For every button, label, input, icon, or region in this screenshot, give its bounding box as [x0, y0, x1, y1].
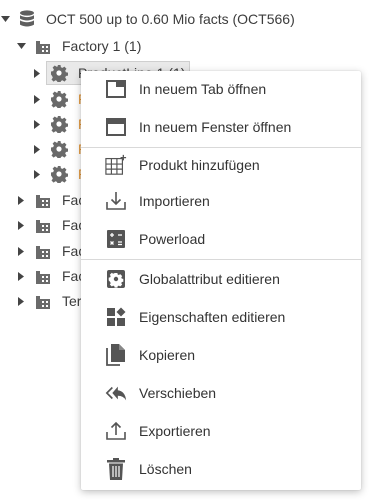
- database-icon: [18, 10, 36, 28]
- menu-item-export[interactable]: Exportieren: [81, 413, 361, 449]
- gear-icon: [50, 140, 68, 158]
- trash-icon: [105, 458, 127, 480]
- menu-item-label: Verschieben: [139, 385, 217, 401]
- menu-item-label: In neuem Fenster öffnen: [139, 119, 292, 135]
- tree-row-child[interactable]: P: [32, 162, 87, 186]
- new-tab-icon: [105, 78, 127, 100]
- export-icon: [105, 420, 127, 442]
- caret-right-icon[interactable]: [32, 68, 42, 78]
- tree-row-root[interactable]: OCT 500 up to 0.60 Mio facts (OCT566): [0, 7, 295, 31]
- gear-icon: [105, 268, 127, 290]
- factory-icon: [34, 292, 52, 310]
- gear-icon: [50, 64, 68, 82]
- caret-right-icon[interactable]: [32, 119, 42, 129]
- menu-item-import[interactable]: Importieren: [81, 183, 361, 219]
- menu-item-copy[interactable]: Kopieren: [81, 337, 361, 373]
- menu-separator: [81, 259, 361, 260]
- gear-icon: [50, 165, 68, 183]
- tree-root-label: OCT 500 up to 0.60 Mio facts (OCT566): [46, 11, 295, 27]
- menu-item-open-new-window[interactable]: In neuem Fenster öffnen: [81, 109, 361, 145]
- import-icon: [105, 190, 127, 212]
- tree-row-child[interactable]: P: [32, 112, 87, 136]
- tree-factory-1-label: Factory 1 (1): [62, 38, 142, 54]
- tree-row-sibling[interactable]: Fac: [16, 188, 85, 212]
- powerload-calculator-icon: [105, 228, 127, 250]
- caret-down-icon[interactable]: [16, 41, 26, 51]
- caret-right-icon[interactable]: [16, 296, 26, 306]
- caret-right-icon[interactable]: [32, 144, 42, 154]
- menu-item-label: Kopieren: [139, 347, 196, 363]
- factory-icon: [34, 242, 52, 260]
- menu-item-label: In neuem Tab öffnen: [139, 81, 267, 97]
- menu-item-edit-global-attribute[interactable]: Globalattribut editieren: [81, 261, 361, 297]
- menu-item-label: Globalattribut editieren: [139, 271, 280, 287]
- menu-item-label: Eigenschaften editieren: [139, 309, 286, 325]
- tree-row-sibling[interactable]: Fac: [16, 213, 85, 237]
- caret-right-icon[interactable]: [16, 195, 26, 205]
- factory-icon: [34, 216, 52, 234]
- tree-sibling-label: Ter: [62, 293, 82, 309]
- caret-right-icon[interactable]: [16, 271, 26, 281]
- gear-icon: [50, 90, 68, 108]
- menu-item-move[interactable]: Verschieben: [81, 375, 361, 411]
- menu-item-open-new-tab[interactable]: In neuem Tab öffnen: [81, 71, 361, 107]
- tree-row-sibling[interactable]: Fac: [16, 264, 85, 288]
- factory-icon: [34, 191, 52, 209]
- tree-row-child[interactable]: P: [32, 87, 87, 111]
- properties-icon: [105, 306, 127, 328]
- tree-row-sibling[interactable]: Ter: [16, 289, 81, 313]
- caret-right-icon[interactable]: [32, 94, 42, 104]
- menu-item-edit-properties[interactable]: Eigenschaften editieren: [81, 299, 361, 335]
- caret-right-icon[interactable]: [32, 169, 42, 179]
- caret-down-icon[interactable]: [0, 14, 10, 24]
- factory-icon: [34, 37, 52, 55]
- caret-right-icon[interactable]: [16, 220, 26, 230]
- tree-row-factory-1[interactable]: Factory 1 (1): [16, 34, 141, 58]
- context-menu: In neuem Tab öffnen In neuem Fenster öff…: [81, 71, 361, 490]
- move-icon: [105, 382, 127, 404]
- new-window-icon: [105, 116, 127, 138]
- menu-item-label: Exportieren: [139, 423, 211, 439]
- tree-row-sibling[interactable]: Fac: [16, 239, 85, 263]
- tree-row-child[interactable]: P: [32, 137, 87, 161]
- factory-icon: [34, 267, 52, 285]
- menu-item-label: Löschen: [139, 461, 192, 477]
- add-product-grid-icon: [105, 154, 127, 176]
- menu-item-label: Importieren: [139, 193, 210, 209]
- menu-item-label: Powerload: [139, 231, 206, 247]
- menu-item-powerload[interactable]: Powerload: [81, 221, 361, 257]
- menu-item-add-product[interactable]: Produkt hinzufügen: [81, 147, 361, 183]
- gear-icon: [50, 115, 68, 133]
- caret-right-icon[interactable]: [16, 246, 26, 256]
- menu-item-label: Produkt hinzufügen: [139, 157, 260, 173]
- menu-item-delete[interactable]: Löschen: [81, 451, 361, 487]
- copy-icon: [105, 344, 127, 366]
